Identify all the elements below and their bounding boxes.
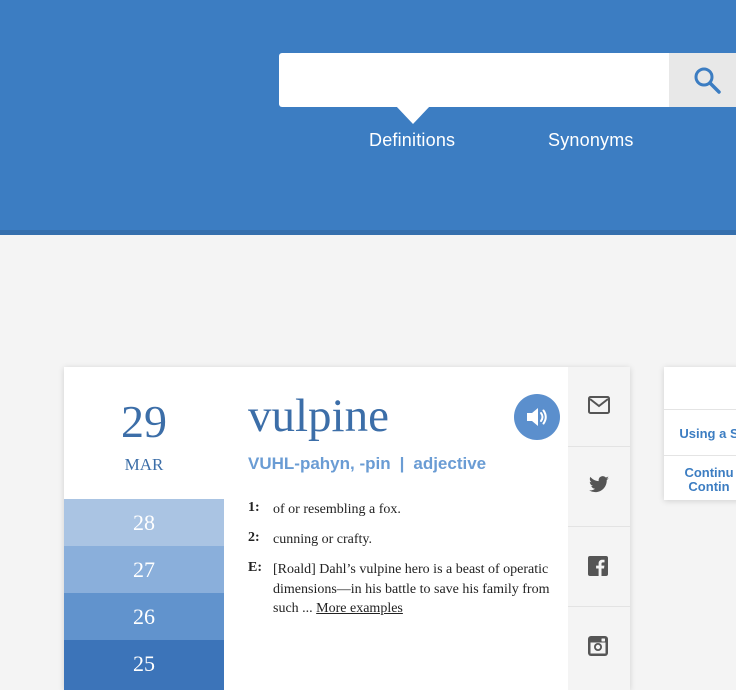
previous-day-28[interactable]: 28: [64, 499, 224, 546]
search-button[interactable]: [669, 53, 736, 107]
pronunciation-separator: |: [399, 454, 405, 473]
previous-day-27[interactable]: 27: [64, 546, 224, 593]
previous-day-25[interactable]: 25: [64, 640, 224, 690]
word-content: vulpine VUHL-pahyn, -pin | adjective 1: of…: [224, 367, 568, 690]
envelope-icon: [588, 396, 610, 414]
search-icon: [694, 67, 721, 94]
part-of-speech: adjective: [413, 454, 487, 473]
side-link-continue-1[interactable]: Continu: [664, 465, 736, 480]
active-tab-indicator: [396, 106, 430, 124]
more-examples-link[interactable]: More examples: [316, 601, 403, 616]
date-panel: 29 MAR 28 27 26 25: [64, 367, 224, 690]
share-sidebar: [568, 367, 630, 690]
side-card: Using a S Continu Contin: [664, 367, 736, 500]
date-day: 29: [121, 396, 167, 447]
facebook-icon: [588, 556, 608, 576]
audio-button[interactable]: [514, 394, 560, 440]
share-email-button[interactable]: [568, 367, 630, 447]
share-instagram-button[interactable]: [568, 607, 630, 690]
word-title: vulpine: [248, 390, 389, 442]
share-twitter-button[interactable]: [568, 447, 630, 527]
definition-number: 2:: [248, 530, 260, 545]
twitter-icon: [589, 476, 609, 493]
pronunciation-line: VUHL-pahyn, -pin | adjective: [248, 454, 486, 474]
tab-definitions[interactable]: Definitions: [369, 130, 455, 151]
definition-text: cunning or crafty.: [273, 532, 372, 547]
definition-text: of or resembling a fox.: [273, 502, 401, 517]
pronunciation: VUHL-pahyn, -pin: [248, 454, 391, 473]
definition-number: 1:: [248, 500, 260, 515]
instagram-icon: [588, 636, 608, 656]
previous-day-26[interactable]: 26: [64, 593, 224, 640]
site-header: Definitions Synonyms: [0, 0, 736, 235]
search-input[interactable]: [279, 53, 669, 107]
side-link-using[interactable]: Using a S: [664, 426, 736, 441]
side-link-continue-2[interactable]: Contin: [664, 479, 736, 494]
share-facebook-button[interactable]: [568, 527, 630, 607]
example-label: E:: [248, 560, 262, 575]
tab-synonyms[interactable]: Synonyms: [548, 130, 634, 151]
example-text: [Roald] Dahl’s vulpine hero is a beast o…: [273, 562, 550, 616]
date-month: MAR: [124, 455, 164, 474]
divider: [664, 455, 736, 456]
divider: [664, 409, 736, 410]
speaker-icon: [527, 408, 547, 426]
example-block: [Roald] Dahl’s vulpine hero is a beast o…: [273, 560, 558, 619]
word-of-the-day-card: 29 MAR 28 27 26 25 vulpine VUHL-pahyn, -…: [64, 367, 630, 690]
